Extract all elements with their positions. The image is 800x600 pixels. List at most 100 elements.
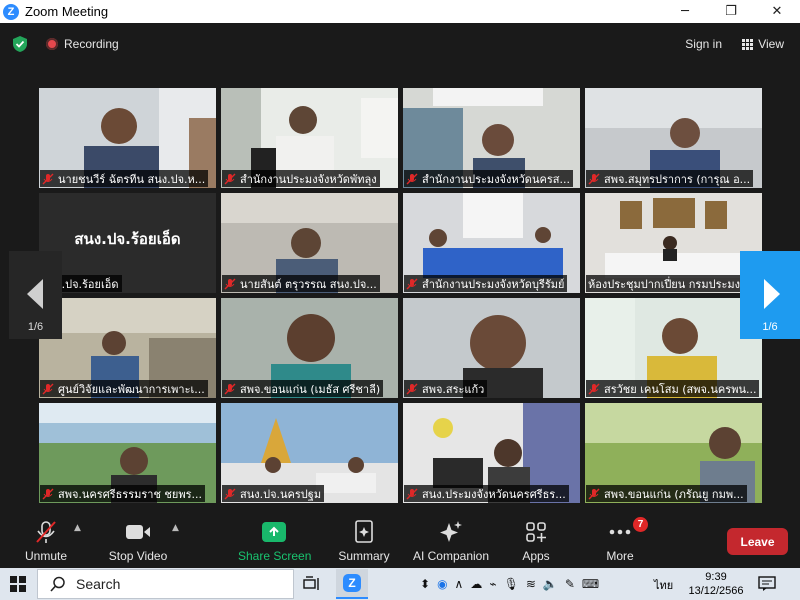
pen-icon[interactable]: ✎: [565, 577, 575, 591]
participant-tile[interactable]: สนง.ประมงจังหวัดนครศรีธร...: [403, 403, 580, 503]
zoom-app-icon: Z: [343, 574, 361, 592]
apps-icon: [526, 522, 546, 542]
recording-dot-icon: [46, 38, 58, 50]
notifications-icon[interactable]: [758, 576, 776, 592]
more-dots-icon: [609, 529, 631, 535]
meeting-topbar: Recording Sign in View: [0, 23, 800, 65]
tray-app-icon[interactable]: ◉: [437, 577, 447, 591]
stop-video-label: Stop Video: [108, 549, 168, 563]
next-page-button[interactable]: 1/6: [740, 251, 800, 339]
usb-icon[interactable]: ⌁: [489, 577, 496, 591]
participant-name: สพจ.ขอนแก่น (เมธัส ศรีชาลี): [240, 382, 381, 396]
participant-tile[interactable]: สพจ.สระแก้ว: [403, 298, 580, 398]
participant-name-tag: สพจ.ขอนแก่น (ภรัณยู กมพ...: [586, 485, 747, 502]
participant-name-tag: สนง.ปจ.นครปฐม: [222, 485, 325, 502]
participant-tile[interactable]: ศูนย์วิจัยและพัฒนาการเพาะเ...: [39, 298, 216, 398]
participant-name-tag: ห้องประชุมปากเปี่ยน กรมประมง: [586, 275, 744, 292]
more-notification-badge: 7: [633, 517, 648, 532]
show-hidden-icons-caret[interactable]: ∧: [455, 577, 464, 591]
participant-tile[interactable]: สำนักงานประมงจังหวัดนครส...: [403, 88, 580, 188]
mic-muted-icon: [406, 383, 418, 394]
participant-name: นายชนวีร์ ฉัตรทีน สนง.ปจ.ห...: [58, 172, 206, 186]
share-screen-icon: [262, 522, 286, 542]
participant-tile[interactable]: สนง.ปจ.ร้อยเอ็ด สนง.ปจ.ร้อยเอ็ด: [39, 193, 216, 293]
volume-icon[interactable]: 🔈: [543, 577, 558, 591]
task-view-icon[interactable]: [303, 576, 321, 592]
view-label: View: [758, 37, 784, 51]
participant-name-tag: สพจ.ขอนแก่น (เมธัส ศรีชาลี): [222, 380, 384, 397]
participant-tile[interactable]: สพจ.ขอนแก่น (ภรัณยู กมพ...: [585, 403, 762, 503]
participant-name: สำนักงานประมงจังหวัดพัทลุง: [240, 172, 377, 186]
participant-tile[interactable]: นายชนวีร์ ฉัตรทีน สนง.ปจ.ห...: [39, 88, 216, 188]
participant-name-tag: สพจ.สระแก้ว: [404, 380, 488, 397]
system-tray: ⬍ ◉ ∧ ☁ ⌁ 🎙 ≋ 🔈 ✎ ⌨: [420, 568, 599, 600]
participant-tile[interactable]: สพจ.สมุทรปราการ (การุณ อ...: [585, 88, 762, 188]
microphone-tray-icon[interactable]: 🎙: [504, 577, 519, 591]
taskbar-clock[interactable]: 9:39 13/12/2566: [686, 570, 746, 598]
maximize-button[interactable]: ❐: [708, 0, 754, 23]
apps-button[interactable]: Apps: [516, 519, 556, 563]
previous-page-button[interactable]: 1/6: [9, 251, 62, 339]
microphone-muted-icon: [36, 521, 56, 543]
mic-muted-icon: [224, 383, 236, 394]
taskbar-zoom-app[interactable]: Z: [336, 569, 368, 599]
participant-name: สพจ.สมุทรปราการ (การุณ อ...: [604, 172, 751, 186]
chevron-left-icon: [27, 279, 43, 309]
minimize-button[interactable]: ─: [662, 0, 708, 23]
onedrive-icon[interactable]: ☁: [470, 577, 482, 591]
participant-tile-active-speaker[interactable]: ห้องประชุมปากเปี่ยน กรมประมง: [585, 193, 762, 293]
participant-tile[interactable]: สำนักงานประมงจังหวัดบุรีรัมย์: [403, 193, 580, 293]
input-language[interactable]: ไทย: [654, 576, 673, 594]
taskbar-search-box[interactable]: Search: [37, 569, 294, 599]
participant-tile[interactable]: สนง.ปจ.นครปฐม: [221, 403, 398, 503]
recording-indicator[interactable]: Recording: [46, 37, 119, 51]
participant-tile[interactable]: นายสันต์ ตรุวรรณ สนง.ปจ...: [221, 193, 398, 293]
participant-name-tag: ศูนย์วิจัยและพัฒนาการเพาะเ...: [40, 380, 208, 397]
recording-label: Recording: [64, 37, 119, 51]
participant-name: สพจ.ขอนแก่น (ภรัณยู กมพ...: [604, 487, 744, 501]
share-screen-label: Share Screen: [238, 549, 312, 563]
participant-placeholder-name: สนง.ปจ.ร้อยเอ็ด: [74, 230, 181, 248]
participant-tile[interactable]: สำนักงานประมงจังหวัดพัทลุง: [221, 88, 398, 188]
sign-in-button[interactable]: Sign in: [677, 34, 730, 54]
more-label: More: [606, 549, 634, 563]
security-shield-icon[interactable]: [12, 35, 28, 53]
summary-button[interactable]: Summary: [334, 519, 394, 563]
participant-tile[interactable]: สพจ.นครศรีธรรมราช ชยพร...: [39, 403, 216, 503]
participant-name: สำนักงานประมงจังหวัดนครส...: [422, 172, 570, 186]
participant-name: สนง.ปจ.นครปฐม: [240, 487, 322, 501]
unmute-button[interactable]: Unmute: [20, 519, 72, 563]
audio-options-caret-icon[interactable]: ▲: [74, 523, 81, 533]
participant-name-tag: สำนักงานประมงจังหวัดบุรีรัมย์: [404, 275, 568, 292]
participant-name-tag: นายชนวีร์ ฉัตรทีน สนง.ปจ.ห...: [40, 170, 209, 187]
stop-video-button[interactable]: Stop Video: [106, 519, 170, 563]
participant-name-tag: นายสันต์ ตรุวรรณ สนง.ปจ...: [222, 275, 380, 292]
mic-muted-icon: [42, 383, 54, 394]
tray-scroll-icon[interactable]: ⬍: [420, 577, 430, 591]
participant-name: สนง.ประมงจังหวัดนครศรีธร...: [422, 487, 566, 501]
participant-name-tag: สำนักงานประมงจังหวัดพัทลุง: [222, 170, 380, 187]
participant-name: สพจ.สระแก้ว: [422, 382, 485, 396]
unmute-label: Unmute: [24, 549, 68, 563]
participant-name: สพจ.นครศรีธรรมราช ชยพร...: [58, 487, 202, 501]
grid-view-icon: [742, 38, 754, 50]
ai-sparkle-icon: [440, 521, 462, 542]
participant-tile[interactable]: สพจ.ขอนแก่น (เมธัส ศรีชาลี): [221, 298, 398, 398]
windows-taskbar: Search Z ⬍ ◉ ∧ ☁ ⌁ 🎙 ≋ 🔈 ✎ ⌨ ไทย 9:39 13…: [0, 568, 800, 600]
close-button[interactable]: ✕: [754, 0, 800, 23]
share-screen-button[interactable]: Share Screen: [238, 519, 312, 563]
participant-name-tag: สพจ.นครศรีธรรมราช ชยพร...: [40, 485, 205, 502]
ai-companion-button[interactable]: AI Companion: [410, 519, 492, 563]
leave-button[interactable]: Leave: [727, 528, 788, 555]
window-title: Zoom Meeting: [25, 4, 109, 19]
windows-start-icon[interactable]: [10, 576, 26, 592]
summary-document-icon: [355, 520, 373, 543]
mic-muted-icon: [588, 173, 600, 184]
keyboard-icon[interactable]: ⌨: [582, 577, 599, 591]
video-options-caret-icon[interactable]: ▲: [172, 523, 179, 533]
view-button[interactable]: View: [738, 34, 788, 54]
wifi-icon[interactable]: ≋: [526, 577, 536, 591]
clock-date: 13/12/2566: [688, 585, 744, 597]
participant-name: สำนักงานประมงจังหวัดบุรีรัมย์: [422, 277, 565, 291]
participant-tile[interactable]: สรวัชย เคนโสม (สพจ.นครพน...: [585, 298, 762, 398]
